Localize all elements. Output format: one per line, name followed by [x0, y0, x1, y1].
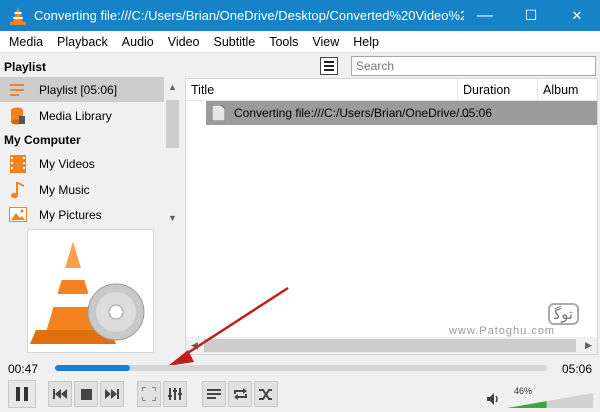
previous-button[interactable]	[48, 381, 72, 407]
pause-icon	[16, 387, 28, 401]
row-title: Converting file:///C:/Users/Brian/OneDri…	[234, 106, 470, 120]
stop-icon	[80, 388, 92, 400]
scroll-down-icon[interactable]: ▼	[164, 209, 181, 226]
sidebar-item-label: My Pictures	[39, 207, 102, 222]
playlist-header: Playlist	[4, 60, 47, 74]
table-header: Title Duration Album	[186, 79, 597, 101]
column-album[interactable]: Album	[538, 79, 597, 101]
maximize-button[interactable]: ☐	[508, 0, 554, 31]
sidebar-item-media-library[interactable]: Media Library	[0, 103, 164, 128]
fullscreen-icon	[142, 387, 156, 401]
menu-tools[interactable]: Tools	[262, 35, 305, 49]
playlist-toggle-icon	[207, 389, 221, 399]
close-button[interactable]: ✕	[554, 0, 600, 31]
menu-audio[interactable]: Audio	[115, 35, 161, 49]
equalizer-icon	[168, 388, 182, 400]
column-title[interactable]: Title	[186, 79, 458, 101]
film-icon	[9, 154, 27, 173]
sidebar-item-label: My Music	[39, 182, 90, 197]
pause-button[interactable]	[8, 380, 36, 408]
picture-icon	[9, 206, 27, 224]
scroll-up-icon[interactable]: ▲	[164, 78, 181, 95]
sidebar-item-label: Playlist [05:06]	[39, 82, 118, 97]
table-row[interactable]: Converting file:///C:/Users/Brian/OneDri…	[206, 101, 597, 125]
file-icon	[212, 105, 225, 121]
skip-back-icon	[53, 389, 67, 399]
scroll-thumb[interactable]	[166, 100, 179, 148]
watermark-logo: ﺗﻮﮔ	[548, 303, 580, 325]
loop-button[interactable]	[228, 381, 252, 407]
sidebar: Playlist Playlist [05:06] Media Library …	[0, 54, 181, 354]
menu-subtitle[interactable]: Subtitle	[207, 35, 263, 49]
total-time: 05:06	[562, 362, 593, 376]
stop-button[interactable]	[74, 381, 98, 407]
row-duration: 05:06	[462, 106, 493, 120]
window-title: Converting file:///C:/Users/Brian/OneDri…	[34, 8, 464, 23]
speaker-icon[interactable]	[487, 393, 501, 405]
menu-bar: Media Playback Audio Video Subtitle Tool…	[0, 31, 600, 53]
volume-slider[interactable]	[507, 393, 593, 408]
menu-video[interactable]: Video	[161, 35, 207, 49]
title-bar: Converting file:///C:/Users/Brian/OneDri…	[0, 0, 600, 31]
database-icon	[9, 107, 27, 125]
skip-forward-icon	[105, 389, 119, 399]
seek-slider[interactable]	[55, 365, 547, 371]
sidebar-scrollbar[interactable]: ▲ ▼	[164, 76, 181, 228]
vlc-cone-icon	[10, 6, 26, 25]
playlist-icon	[9, 81, 27, 99]
music-note-icon	[9, 181, 27, 199]
vlc-cone-artwork	[30, 242, 145, 344]
sidebar-item-label: Media Library	[39, 108, 112, 123]
next-button[interactable]	[100, 381, 124, 407]
shuffle-icon	[258, 388, 272, 400]
menu-playback[interactable]: Playback	[50, 35, 115, 49]
scroll-right-icon[interactable]: ▶	[580, 337, 597, 354]
search-input[interactable]	[351, 56, 596, 76]
sidebar-item-playlist[interactable]: Playlist [05:06]	[0, 77, 164, 102]
fullscreen-button[interactable]	[137, 381, 161, 407]
column-duration[interactable]: Duration	[458, 79, 538, 101]
sidebar-item-my-videos[interactable]: My Videos	[0, 151, 164, 176]
sidebar-item-my-pictures[interactable]: My Pictures	[0, 202, 164, 227]
list-view-icon	[324, 61, 334, 71]
watermark-text: www.Patoghu.com	[449, 325, 556, 337]
toggle-playlist-button[interactable]	[202, 381, 226, 407]
minimize-button[interactable]: —	[462, 0, 508, 31]
menu-media[interactable]: Media	[0, 35, 50, 49]
my-computer-header: My Computer	[4, 133, 81, 147]
menu-view[interactable]: View	[305, 35, 346, 49]
playlist-view-button[interactable]	[320, 57, 338, 75]
menu-help[interactable]: Help	[346, 35, 386, 49]
extended-settings-button[interactable]	[163, 381, 187, 407]
elapsed-time: 00:47	[8, 362, 39, 376]
vlc-window: Converting file:///C:/Users/Brian/OneDri…	[0, 0, 600, 412]
sidebar-item-label: My Videos	[39, 156, 95, 171]
album-art	[27, 229, 154, 353]
shuffle-button[interactable]	[254, 381, 278, 407]
seek-progress	[55, 365, 131, 371]
loop-icon	[233, 388, 247, 400]
sidebar-item-my-music[interactable]: My Music	[0, 177, 164, 202]
